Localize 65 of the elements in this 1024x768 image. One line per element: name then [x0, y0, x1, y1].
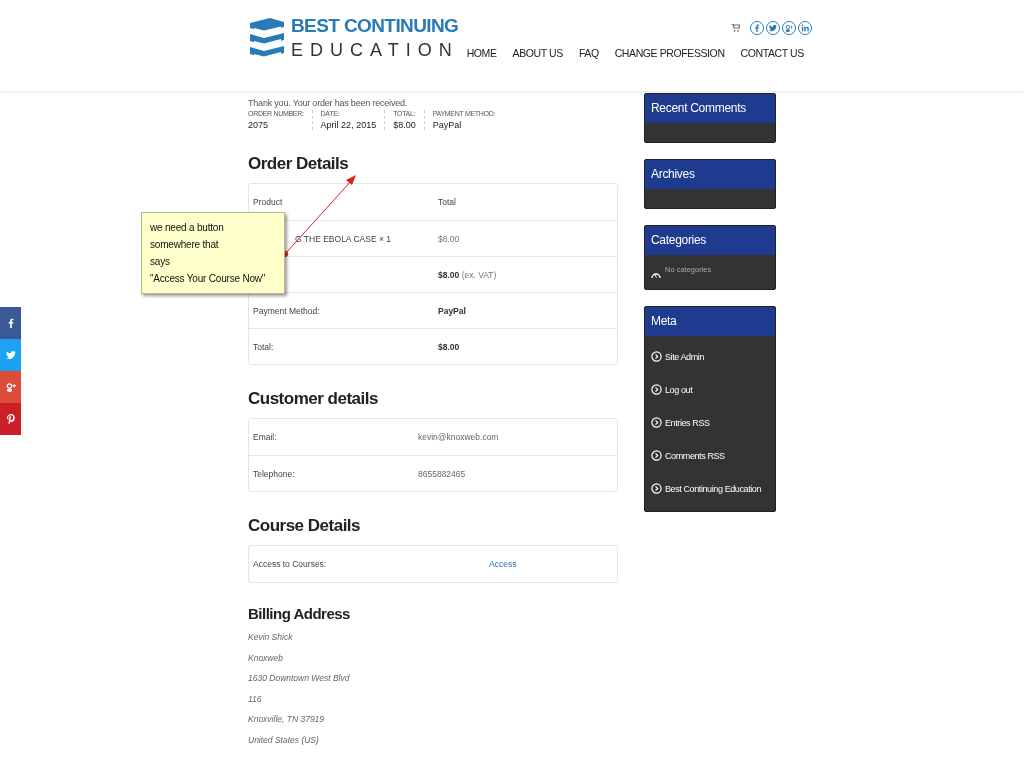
table-cell-text: $8.00 (ex. VAT): [437, 269, 498, 280]
address-line: 1630 Downtown West Blvd: [248, 673, 351, 683]
table-cell-text: Telephone:: [252, 468, 296, 479]
column-header: Product: [252, 197, 284, 207]
sidebar-link[interactable]: Comments RSS: [651, 439, 769, 472]
address-line: Knoxweb: [248, 652, 284, 663]
field-value: PayPal: [432, 120, 463, 130]
share-button[interactable]: [0, 307, 21, 339]
linkedin-icon: [800, 24, 809, 32]
google-plus-icon: [784, 24, 793, 32]
gauge-icon: [651, 271, 661, 279]
pinterest-icon: [5, 414, 16, 424]
sidebar-link[interactable]: Entries RSS: [651, 406, 769, 439]
bird-icon: [5, 350, 16, 360]
share-button[interactable]: [0, 339, 21, 371]
chevron-circle-icon: [651, 384, 662, 395]
table-cell-text: $8.00: [437, 233, 461, 244]
widget-title: Categories: [645, 226, 775, 255]
facebook-icon: [752, 24, 761, 32]
widget-title: Archives: [645, 160, 775, 189]
sidebar-link[interactable]: Log out: [651, 373, 769, 406]
chevron-circle-icon: [651, 417, 662, 428]
table-cell-text: 8655882465: [417, 468, 467, 479]
cart-icon[interactable]: [730, 24, 740, 32]
section-heading: Billing Address: [248, 605, 351, 622]
section-heading: Order Details: [248, 154, 350, 174]
order-received-message: Thank you. Your order has been received.: [248, 98, 409, 108]
table-cell-text: Total:: [252, 341, 275, 352]
sidebar-link[interactable]: Best Continuing Education: [651, 472, 769, 505]
address-line: Kevin Shick: [248, 632, 294, 642]
logo-subtitle: EDUCATION: [291, 39, 459, 62]
chevron-circle-icon: [651, 450, 662, 461]
sidebar-link[interactable]: Site Admin: [651, 340, 769, 373]
logo-title: BEST CONTINUING: [291, 15, 459, 37]
chevron-circle-icon: [651, 351, 662, 362]
access-link[interactable]: Access: [489, 559, 517, 569]
table-cell-text: kevin@knoxweb.com: [417, 432, 500, 442]
table-cell-text: Payment Method:: [252, 305, 321, 316]
address-line: United States (US): [248, 734, 320, 745]
field-value: 2075: [248, 120, 270, 130]
bird-icon: [768, 24, 777, 32]
address-line: 116: [248, 693, 263, 704]
sticky-note: we need a button somewhere that says "Access Your Course Now": [141, 212, 285, 294]
address-line: Knoxville, TN 37919: [248, 714, 326, 724]
nav-link[interactable]: ABOUT US: [504, 47, 571, 59]
books-logo-icon: [248, 17, 285, 61]
nav-link[interactable]: CHANGE PROFESSION: [606, 47, 733, 59]
widget-title: Recent Comments: [645, 94, 775, 123]
nav-link[interactable]: FAQ: [570, 47, 607, 59]
share-button[interactable]: [0, 371, 21, 403]
chevron-circle-icon: [651, 483, 662, 494]
field-value: April 22, 2015: [320, 120, 377, 130]
section-heading: Course Details: [248, 516, 362, 536]
table-cell-text: $8.00: [437, 341, 461, 352]
widget-title: Meta: [645, 307, 775, 336]
share-button[interactable]: [0, 403, 21, 435]
nav-link[interactable]: CONTACT US: [732, 47, 812, 59]
nav-link[interactable]: HOME: [458, 47, 505, 59]
google-plus-icon: [5, 382, 16, 392]
table-cell-text: Access to Courses:: [252, 559, 328, 569]
field-value: $8.00: [393, 120, 416, 130]
section-heading: Customer details: [248, 389, 379, 409]
column-header: Total: [437, 197, 457, 207]
table-cell-text: PayPal: [437, 305, 467, 316]
table-cell-text: Email:: [252, 432, 278, 442]
